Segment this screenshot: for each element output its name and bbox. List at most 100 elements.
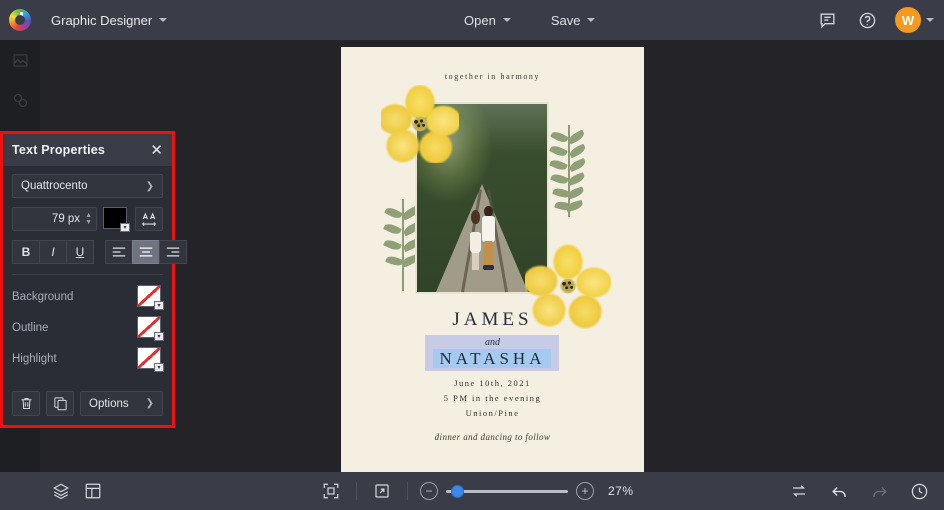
chevron-down-icon[interactable]: ▾	[154, 363, 164, 372]
stepper-up-icon: ▲	[85, 212, 92, 219]
zoom-out-button[interactable]: −	[420, 482, 438, 500]
comment-icon[interactable]	[815, 8, 839, 32]
text-align-group	[105, 240, 187, 264]
card-detail-time[interactable]: 5 PM in the evening	[341, 393, 644, 403]
top-bar-right-group: W	[815, 0, 934, 40]
font-size-row: 79 px ▲ ▼ ▾	[12, 207, 163, 232]
trash-icon[interactable]	[12, 391, 40, 416]
rail-item-image[interactable]	[0, 40, 40, 80]
text-style-group: B I U	[12, 240, 94, 264]
zoom-level-value: 27%	[608, 484, 634, 498]
expand-arrow-icon[interactable]	[369, 478, 395, 504]
underline-button[interactable]: U	[66, 240, 94, 264]
couple-figures	[469, 196, 501, 270]
card-detail-date[interactable]: June 10th, 2021	[341, 378, 644, 388]
align-left-icon[interactable]	[105, 240, 133, 264]
flower-center	[559, 278, 577, 294]
bold-label: B	[21, 245, 31, 259]
text-color-swatch[interactable]: ▾	[103, 207, 130, 232]
property-row-outline: Outline ▾	[12, 315, 164, 341]
flower-top-left	[381, 85, 459, 163]
card-name-secondary[interactable]: NATASHA	[341, 349, 644, 369]
panel-divider	[12, 274, 163, 275]
swap-arrows-icon[interactable]	[786, 478, 812, 504]
bottom-bar: − + 27%	[0, 472, 944, 510]
font-size-stepper[interactable]: ▲ ▼	[85, 212, 94, 226]
app-title-label: Graphic Designer	[51, 12, 153, 28]
chevron-down-icon[interactable]: ▾	[120, 223, 130, 232]
italic-button[interactable]: I	[39, 240, 67, 264]
underline-label: U	[75, 245, 85, 259]
background-color-swatch[interactable]: ▾	[137, 285, 164, 310]
undo-arrow-icon[interactable]	[826, 478, 852, 504]
zoom-slider-knob[interactable]	[451, 484, 464, 498]
flower-center	[411, 116, 429, 132]
chevron-down-icon[interactable]: ▾	[154, 332, 164, 341]
card-detail-venue[interactable]: Union/Pine	[341, 408, 644, 418]
property-row-background: Background ▾	[12, 284, 164, 310]
text-properties-panel: Text Properties ✕ Quattrocento ❯ 79 px ▲…	[0, 131, 187, 428]
logo-stem	[20, 12, 23, 24]
panel-footer: Options ❯	[3, 384, 172, 425]
fit-to-screen-icon[interactable]	[318, 478, 344, 504]
card-name-conjunction[interactable]: and	[341, 337, 644, 348]
panel-header: Text Properties ✕	[3, 134, 172, 166]
bottom-bar-left-group	[48, 478, 106, 504]
redo-arrow-icon[interactable]	[866, 478, 892, 504]
chevron-right-icon: ❯	[145, 180, 154, 192]
layers-icon[interactable]	[48, 478, 74, 504]
outline-color-swatch[interactable]: ▾	[137, 316, 164, 341]
bold-button[interactable]: B	[12, 240, 40, 264]
font-size-input[interactable]: 79 px ▲ ▼	[12, 207, 97, 231]
leaf-sprig-right	[549, 125, 587, 217]
align-right-icon[interactable]	[159, 240, 187, 264]
color-wheel-logo-icon	[9, 9, 31, 31]
chevron-down-icon[interactable]: ▾	[154, 301, 164, 310]
app-title-dropdown[interactable]: Graphic Designer	[42, 7, 176, 33]
panel-body: Quattrocento ❯ 79 px ▲ ▼ ▾ B I U Backgro…	[3, 166, 187, 372]
card-footer-text[interactable]: dinner and dancing to follow	[341, 432, 644, 442]
duplicate-icon[interactable]	[46, 391, 74, 416]
italic-label: I	[51, 245, 55, 259]
zoom-in-button[interactable]: +	[576, 482, 594, 500]
open-label: Open	[464, 12, 496, 28]
groom-figure	[481, 204, 496, 270]
panel-title: Text Properties	[12, 143, 106, 157]
bottom-bar-right-group	[786, 478, 932, 504]
app-logo[interactable]	[0, 0, 40, 40]
open-button[interactable]: Open	[455, 7, 520, 33]
zoom-out-label: −	[425, 484, 433, 498]
chevron-down-icon[interactable]	[926, 18, 934, 22]
close-icon[interactable]: ✕	[150, 143, 163, 158]
divider	[356, 482, 357, 500]
property-row-highlight: Highlight ▾	[12, 346, 164, 372]
background-label: Background	[12, 291, 74, 303]
history-clock-icon[interactable]	[906, 478, 932, 504]
zoom-in-label: +	[581, 484, 589, 498]
stepper-down-icon: ▼	[85, 219, 92, 226]
design-card[interactable]: together in harmony JAMES and NATASHA Ju…	[341, 47, 644, 472]
save-label: Save	[550, 12, 581, 28]
avatar[interactable]: W	[895, 7, 921, 33]
font-family-value: Quattrocento	[21, 180, 88, 192]
highlight-label: Highlight	[12, 353, 57, 365]
highlight-color-swatch[interactable]: ▾	[137, 347, 164, 372]
font-family-select[interactable]: Quattrocento ❯	[12, 174, 163, 198]
card-name-primary[interactable]: JAMES	[341, 309, 644, 331]
options-button[interactable]: Options ❯	[80, 391, 163, 416]
help-circle-icon[interactable]	[855, 8, 879, 32]
save-button[interactable]: Save	[542, 7, 605, 33]
app-root: Graphic Designer Open Save W together in…	[0, 0, 944, 510]
top-bar-center-group: Open Save	[455, 0, 604, 40]
rail-item-shapes[interactable]	[0, 80, 40, 120]
card-tagline[interactable]: together in harmony	[341, 72, 644, 81]
chevron-down-icon	[587, 18, 596, 22]
pages-layout-icon[interactable]	[80, 478, 106, 504]
letter-spacing-icon[interactable]	[135, 207, 163, 231]
text-style-row: B I U	[12, 240, 187, 264]
zoom-slider[interactable]	[446, 482, 568, 500]
chevron-down-icon	[502, 18, 511, 22]
align-center-icon[interactable]	[132, 240, 160, 264]
zoom-controls: − + 27%	[318, 478, 634, 504]
zoom-slider-track	[446, 489, 568, 493]
